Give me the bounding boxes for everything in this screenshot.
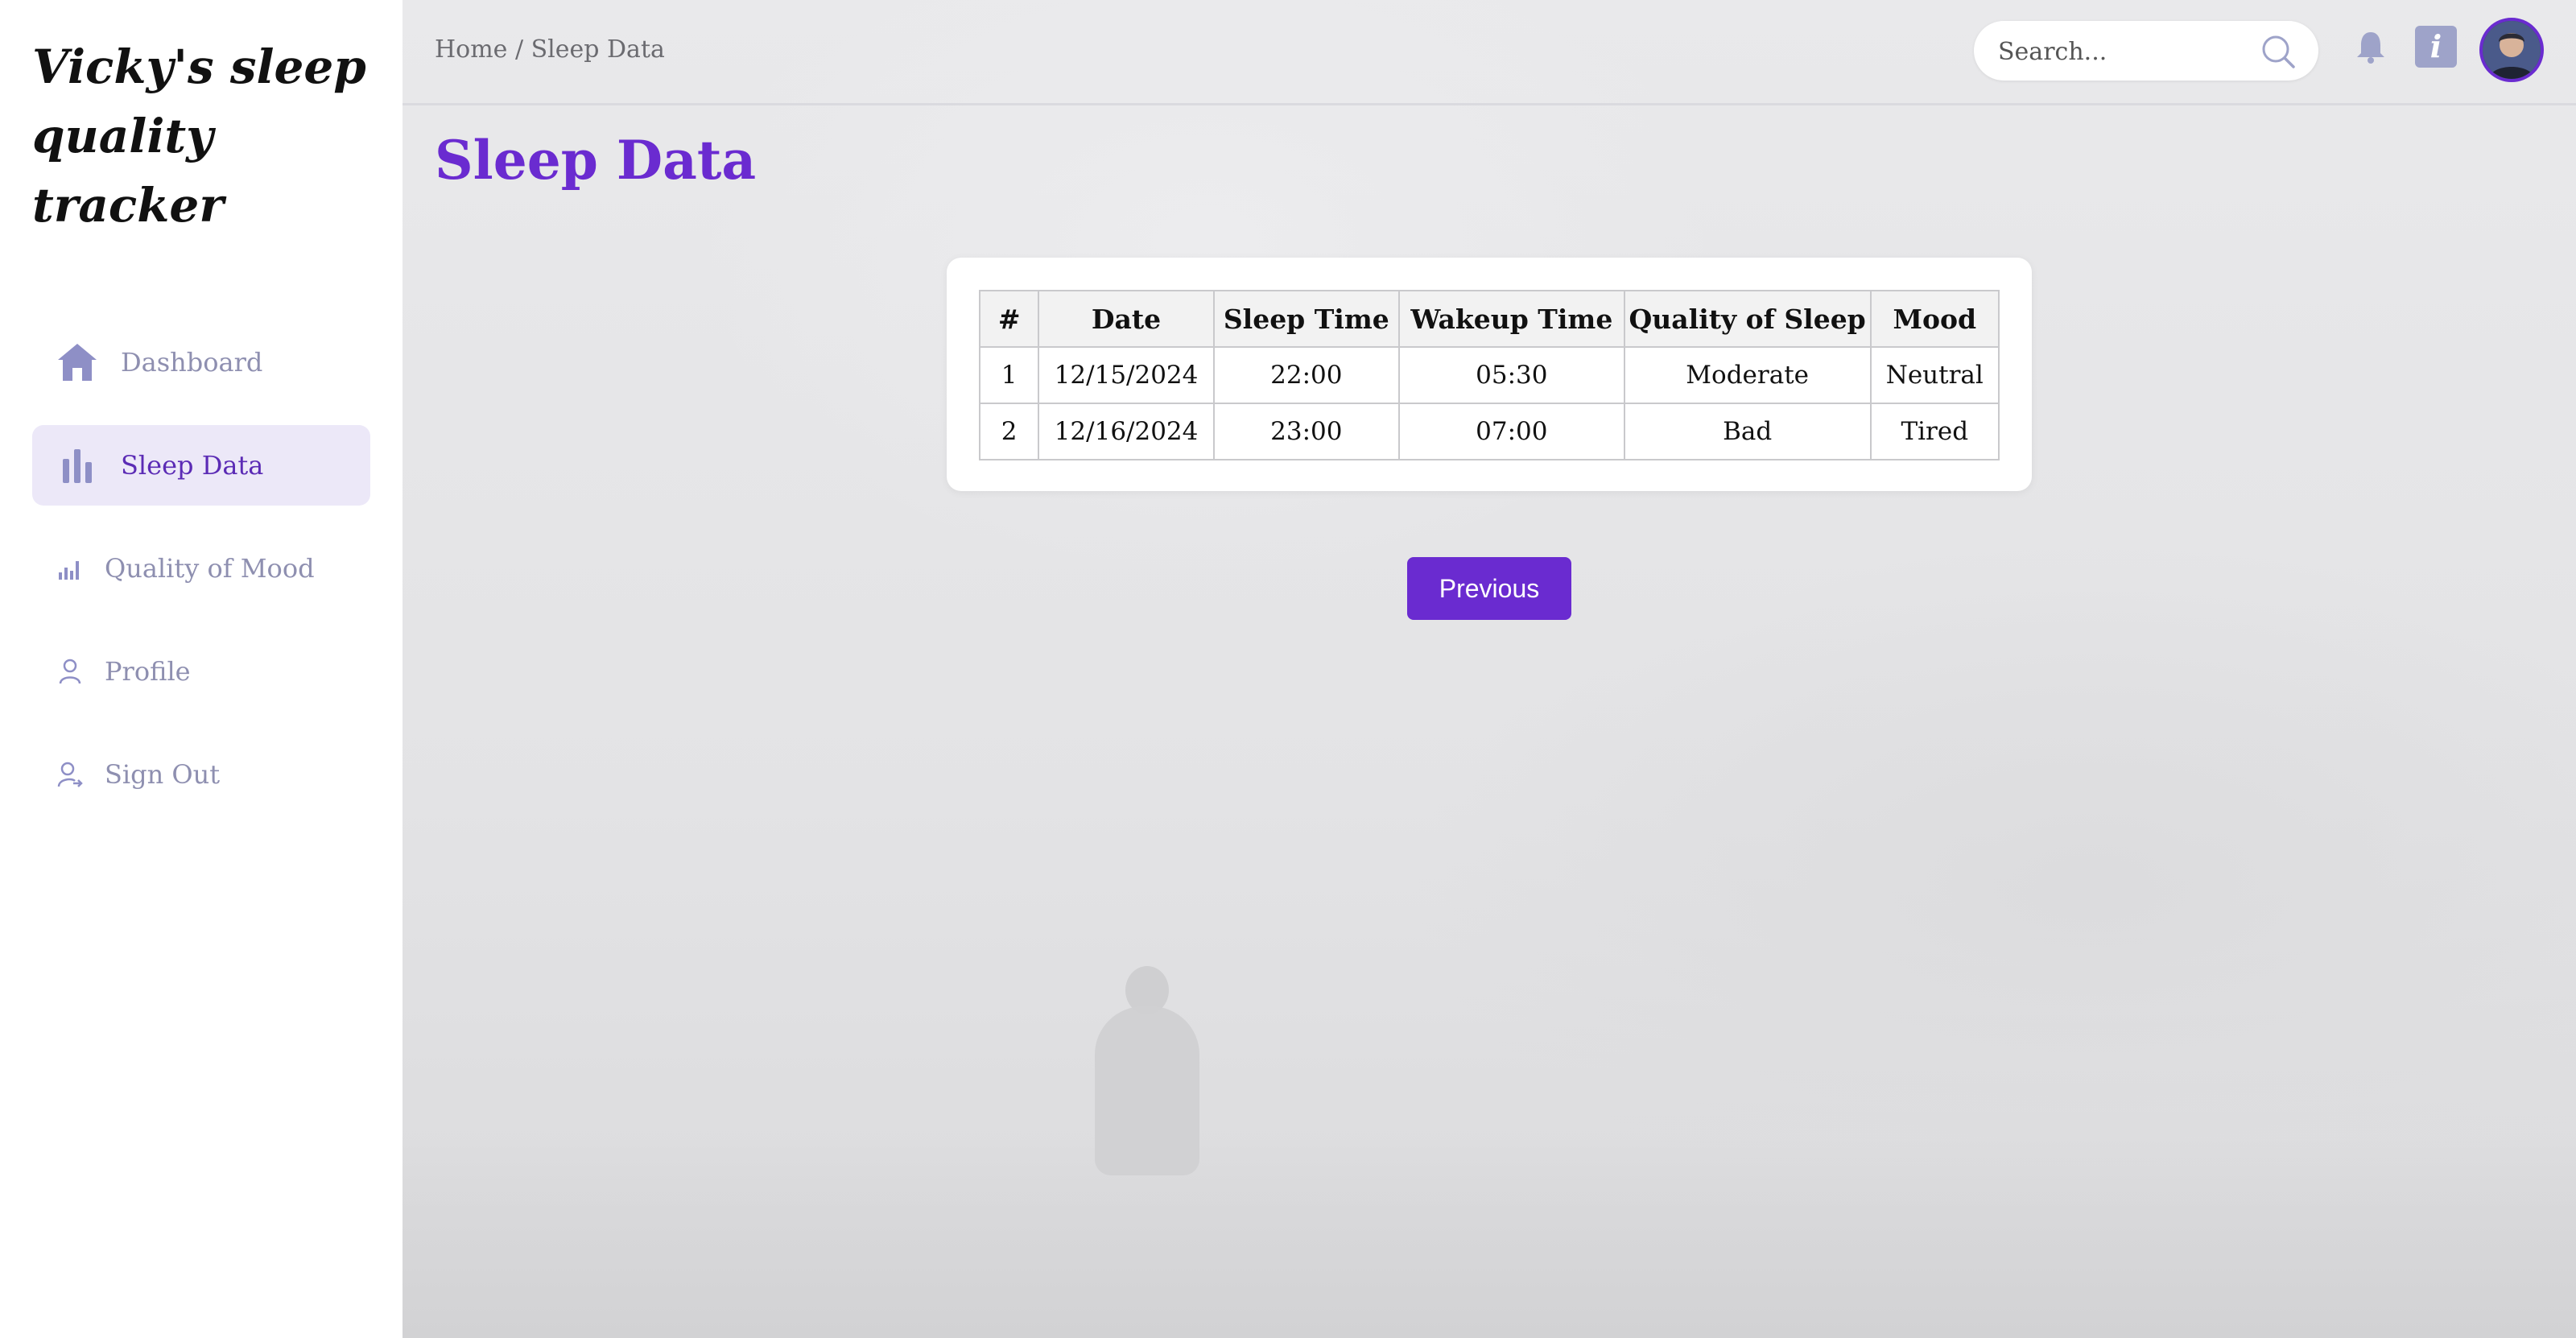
table-cell: 23:00 [1212,403,1400,460]
sidebar-item-sleep-data[interactable]: Sleep Data [32,425,370,506]
sidebar-item-label: Dashboard [121,347,263,378]
background-figure [1095,1006,1199,1175]
sidebar-item-quality-of-mood[interactable]: Quality of Mood [32,528,370,609]
table-row: 1 12/15/2024 22:00 05:30 Moderate Neutra… [978,346,2000,404]
top-bar: Home / Sleep Data [402,0,2576,105]
table-cell: 12/16/2024 [1038,403,1215,460]
search-icon[interactable] [2260,34,2296,69]
table-cell: 05:30 [1397,346,1625,404]
table-cell: Moderate [1623,346,1872,404]
signal-bars-icon [56,555,84,582]
table-row: 2 12/16/2024 23:00 07:00 Bad Tired [978,403,2000,460]
search-input[interactable] [1996,32,2257,71]
search-box [1974,21,2318,81]
home-icon [55,340,100,385]
app-brand-title: Vicky's sleep quality tracker [32,39,366,233]
table-cell: 22:00 [1212,346,1400,404]
table-cell: Neutral [1869,346,2000,404]
column-header: Date [1038,290,1215,348]
column-header: Mood [1869,290,2000,348]
page-title: Sleep Data [435,129,757,192]
sidebar-item-label: Quality of Mood [105,553,315,584]
background-image [402,0,2576,1338]
sidebar-item-profile[interactable]: Profile [32,631,370,712]
table-cell: 12/15/2024 [1038,346,1215,404]
sidebar-item-sign-out[interactable]: Sign Out [32,734,370,815]
avatar[interactable] [2479,18,2544,82]
column-header: Wakeup Time [1397,290,1625,348]
table-cell: 1 [978,346,1040,404]
table-cell: Bad [1623,403,1872,460]
column-header: Quality of Sleep [1623,290,1872,348]
sidebar: Vicky's sleep quality tracker Dashboard … [0,0,402,1338]
user-icon [56,658,84,685]
sleep-data-table: # Date Sleep Time Wakeup Time Quality of… [978,290,2000,460]
previous-button[interactable]: Previous [1407,557,1571,620]
sleep-data-card: # Date Sleep Time Wakeup Time Quality of… [947,258,2032,491]
column-header: Sleep Time [1212,290,1400,348]
sidebar-nav: Dashboard Sleep Data Quality of Mood Pro… [32,322,370,837]
column-header: # [978,290,1040,348]
user-sign-out-icon [56,761,84,788]
info-icon[interactable]: i [2415,26,2457,68]
table-header-row: # Date Sleep Time Wakeup Time Quality of… [978,290,2000,348]
sidebar-item-label: Sign Out [105,759,221,790]
background-hill [402,1137,2576,1338]
breadcrumb: Home / Sleep Data [435,35,665,64]
table-cell: 2 [978,403,1040,460]
table-cell: 07:00 [1397,403,1625,460]
bell-icon[interactable] [2355,29,2387,64]
table-cell: Tired [1869,403,2000,460]
sidebar-item-label: Sleep Data [121,450,264,481]
sidebar-item-label: Profile [105,656,191,687]
sidebar-item-dashboard[interactable]: Dashboard [32,322,370,403]
bar-chart-icon [55,443,100,488]
